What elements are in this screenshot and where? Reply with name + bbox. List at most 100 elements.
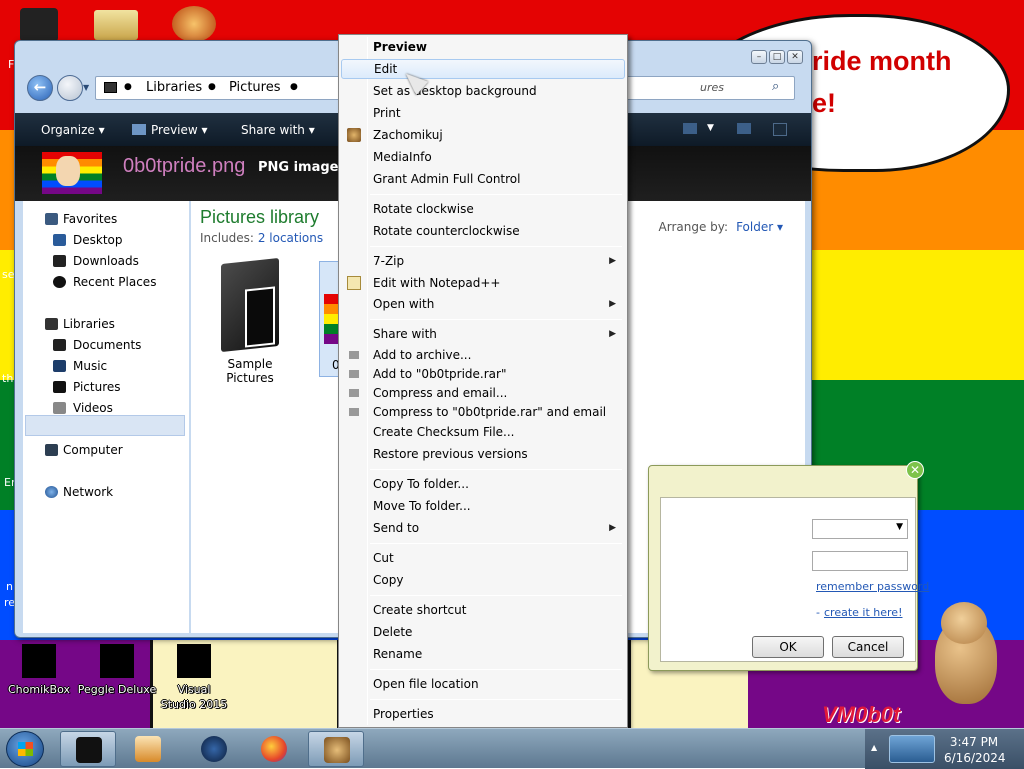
clock-time: 3:47 PM [949, 735, 999, 749]
menu-separator [370, 595, 622, 596]
minimize-button[interactable]: – [751, 50, 767, 64]
file-name: 0b0tpride.png [123, 155, 246, 177]
explorer-icon [76, 737, 102, 763]
menu-item-move-to-folder[interactable]: Move To folder... [341, 496, 625, 516]
breadcrumb-pictures[interactable]: Pictures [229, 80, 280, 95]
share-with-button[interactable]: Share with ▾ [241, 123, 315, 137]
includes-locations-link[interactable]: 2 locations [258, 231, 323, 245]
nav-network[interactable]: Network [45, 485, 113, 499]
menu-item-edit-notepadpp[interactable]: Edit with Notepad++ [341, 273, 625, 293]
menu-item-add-to-archive[interactable]: Add to archive... [341, 345, 625, 365]
menu-item-create-checksum[interactable]: Create Checksum File... [341, 422, 625, 442]
menu-item-zachomikuj[interactable]: Zachomikuj [341, 125, 625, 145]
arrange-by-dropdown[interactable]: Folder ▾ [736, 220, 783, 234]
nav-recent-places[interactable]: Recent Places [53, 275, 156, 289]
peggle-icon [100, 644, 134, 678]
context-menu: Preview Edit Set as desktop background P… [338, 34, 628, 728]
menu-item-compress-email[interactable]: Compress and email... [341, 383, 625, 403]
search-box-placeholder[interactable]: ures [700, 81, 724, 94]
menu-item-compress-rar-email[interactable]: Compress to "0b0tpride.rar" and email [341, 402, 625, 422]
media-player-icon [135, 736, 161, 762]
menu-item-share-with[interactable]: Share with ▶ [341, 324, 625, 344]
taskbar-app[interactable] [186, 731, 242, 767]
account-select[interactable]: ▼ [812, 519, 908, 539]
organize-button[interactable]: Organize ▾ [41, 123, 105, 137]
menu-item-copy[interactable]: Copy [341, 570, 625, 590]
menu-item-label: Delete [373, 625, 413, 639]
show-hidden-icons-icon[interactable]: ▲ [871, 743, 877, 752]
taskbar-chomikbox[interactable] [308, 731, 364, 767]
maximize-button[interactable]: □ [769, 50, 785, 64]
recent-pages-dropdown[interactable]: ▼ [83, 83, 89, 92]
nav-label: Videos [73, 401, 113, 415]
preview-button[interactable]: Preview ▾ [132, 123, 208, 137]
menu-item-send-to[interactable]: Send to ▶ [341, 518, 625, 538]
menu-item-grant-admin[interactable]: Grant Admin Full Control [341, 169, 625, 189]
menu-item-cut[interactable]: Cut [341, 548, 625, 568]
menu-item-label: Add to archive... [373, 348, 472, 362]
dialog-close-button[interactable]: ✕ [906, 461, 924, 479]
menu-item-copy-to-folder[interactable]: Copy To folder... [341, 474, 625, 494]
cancel-button[interactable]: Cancel [832, 636, 904, 658]
nav-pictures[interactable]: Pictures [53, 380, 121, 394]
menu-item-mediainfo[interactable]: MediaInfo [341, 147, 625, 167]
menu-item-open-with[interactable]: Open with ▶ [341, 294, 625, 314]
taskbar-media-player[interactable] [120, 731, 176, 767]
menu-item-print[interactable]: Print [341, 103, 625, 123]
menu-item-open-file-location[interactable]: Open file location [341, 674, 625, 694]
view-dropdown-icon[interactable]: ▼ [707, 123, 714, 133]
nav-documents[interactable]: Documents [53, 338, 141, 352]
taskbar-explorer[interactable] [60, 731, 116, 767]
nav-music[interactable]: Music [53, 359, 108, 373]
breadcrumb-separator-icon: ● [290, 82, 298, 92]
menu-item-label: MediaInfo [373, 150, 432, 164]
menu-item-create-shortcut[interactable]: Create shortcut [341, 600, 625, 620]
navigation-pane: Favorites Desktop Downloads Recent Place… [23, 201, 189, 633]
menu-item-rotate-clockwise[interactable]: Rotate clockwise [341, 199, 625, 219]
search-icon[interactable]: ⌕ [772, 79, 779, 94]
close-button[interactable]: ✕ [787, 50, 803, 64]
create-account-link[interactable]: create it here! [824, 606, 902, 619]
nav-favorites[interactable]: Favorites [45, 212, 117, 226]
nav-computer[interactable]: Computer [45, 443, 123, 457]
libraries-icon [45, 318, 58, 330]
back-button[interactable]: ← [27, 75, 53, 101]
menu-item-label: Rename [373, 647, 423, 661]
menu-item-preview[interactable]: Preview [341, 37, 625, 57]
start-button[interactable] [6, 731, 44, 767]
recycle-bin-icon[interactable] [20, 8, 58, 42]
preview-pane-icon[interactable] [737, 123, 751, 134]
taskbar-firefox[interactable] [246, 731, 302, 767]
help-icon[interactable] [773, 123, 787, 136]
folder-item-sample-pictures[interactable]: Sample Pictures [205, 257, 295, 385]
remember-password-link[interactable]: remember password [816, 580, 929, 593]
forward-button[interactable] [57, 75, 83, 101]
folder-icon[interactable] [94, 10, 138, 40]
ok-button[interactable]: OK [752, 636, 824, 658]
desktop-icon-visual-studio[interactable]: Visual Studio 2015 [139, 644, 249, 712]
nav-videos[interactable]: Videos [53, 401, 113, 415]
view-options-icon[interactable] [683, 123, 697, 134]
nav-desktop[interactable]: Desktop [53, 233, 123, 247]
menu-item-properties[interactable]: Properties [341, 704, 625, 724]
app-icon[interactable] [172, 6, 216, 42]
password-field[interactable] [812, 551, 908, 571]
menu-item-rename[interactable]: Rename [341, 644, 625, 664]
desktop-icon [53, 234, 66, 246]
menu-item-delete[interactable]: Delete [341, 622, 625, 642]
menu-item-rotate-counterclockwise[interactable]: Rotate counterclockwise [341, 221, 625, 241]
menu-item-label: Compress to "0b0tpride.rar" and email [373, 405, 607, 419]
menu-item-set-desktop-background[interactable]: Set as desktop background [341, 81, 625, 101]
nav-label: Music [73, 359, 108, 373]
menu-item-restore-previous[interactable]: Restore previous versions [341, 444, 625, 464]
menu-item-edit[interactable]: Edit [341, 59, 625, 79]
menu-separator [370, 319, 622, 320]
breadcrumb-libraries[interactable]: Libraries [146, 80, 202, 95]
menu-item-add-to-rar[interactable]: Add to "0b0tpride.rar" [341, 364, 625, 384]
nav-downloads[interactable]: Downloads [53, 254, 139, 268]
network-tray-icon[interactable] [889, 735, 935, 763]
clock[interactable]: 3:47 PM 6/16/2024 [944, 734, 1006, 766]
nav-libraries[interactable]: Libraries [45, 317, 115, 331]
menu-item-7zip[interactable]: 7-Zip ▶ [341, 251, 625, 271]
visual-studio-icon [177, 644, 211, 678]
